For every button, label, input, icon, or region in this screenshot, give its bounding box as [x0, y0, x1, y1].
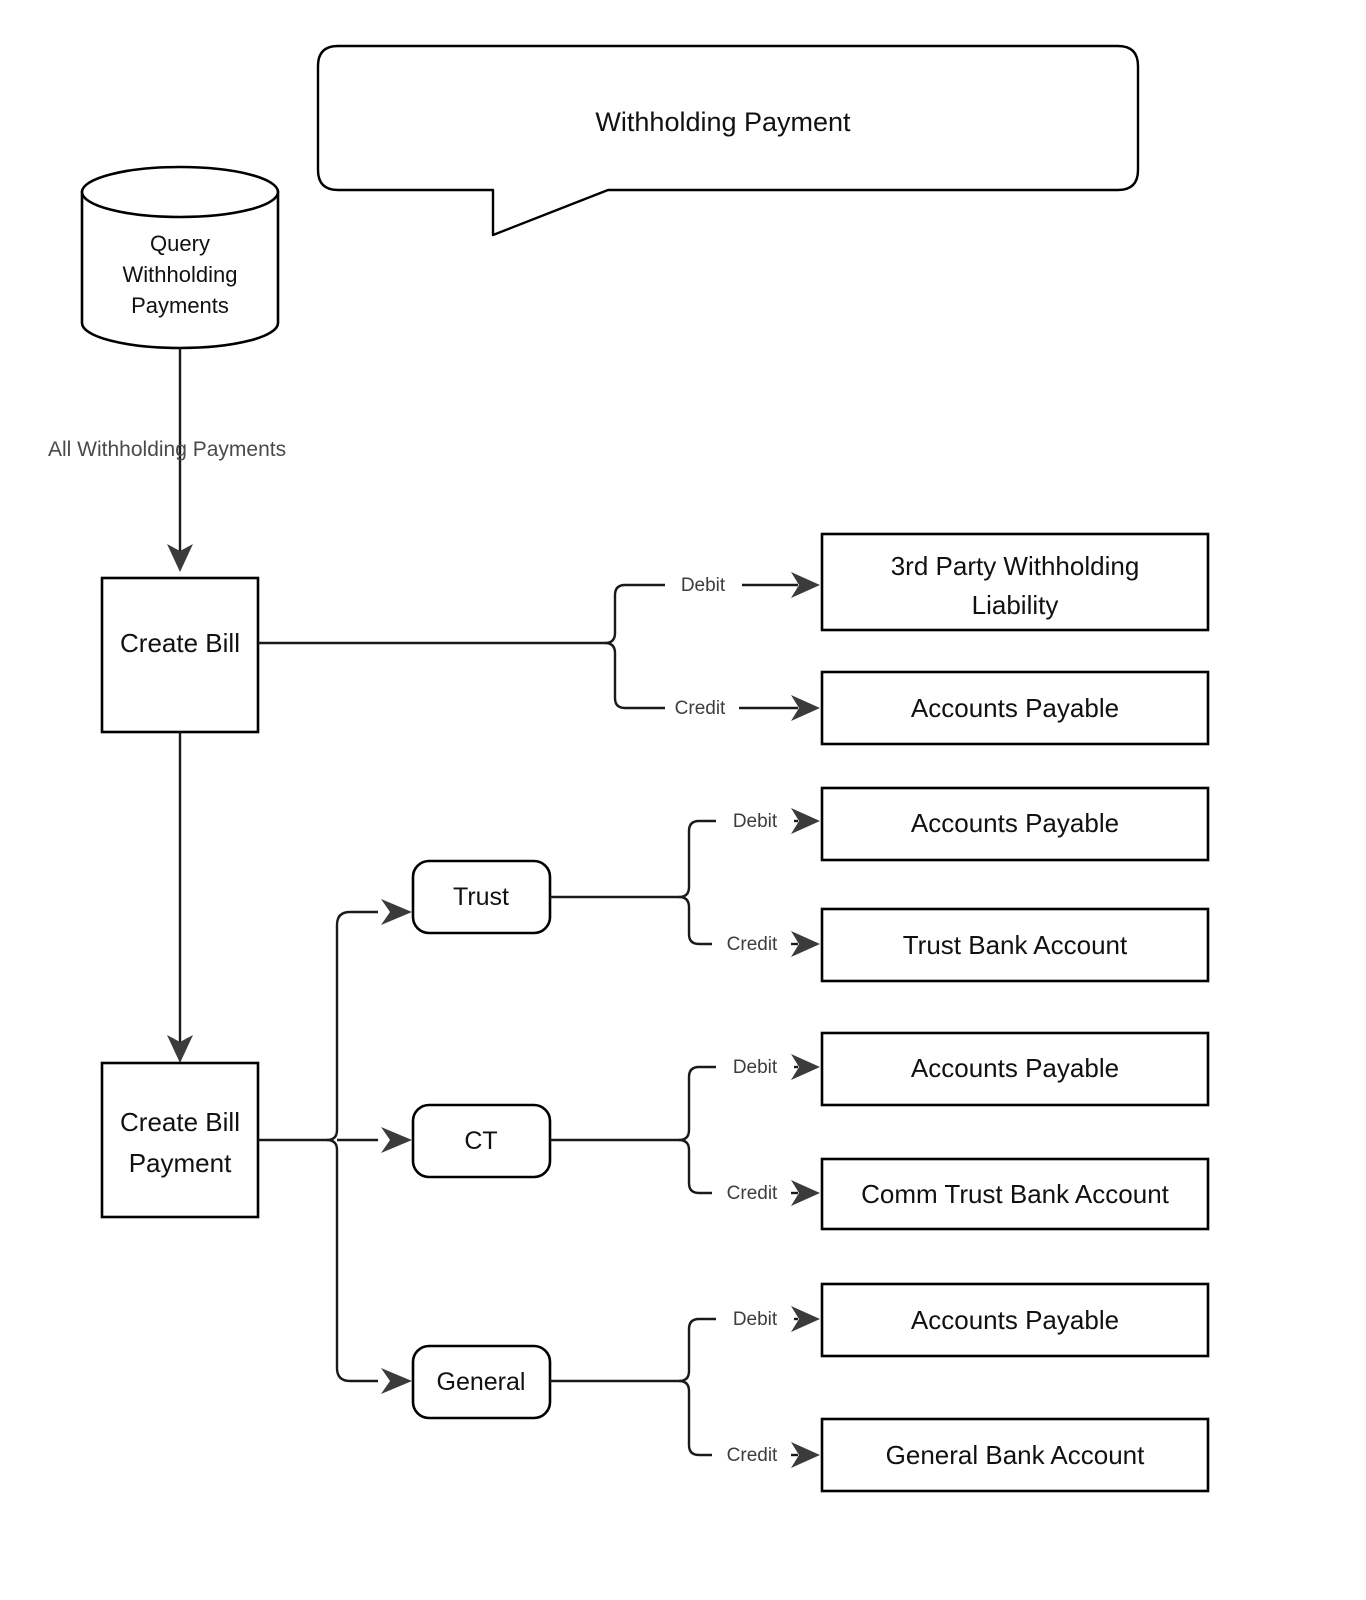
- account-box-label: Accounts Payable: [911, 693, 1119, 723]
- account-box-label: Comm Trust Bank Account: [861, 1179, 1170, 1209]
- datastore-label-line3: Payments: [131, 293, 229, 318]
- account-box-label-line1: 3rd Party Withholding: [891, 551, 1140, 581]
- edge-label-general-credit: Credit: [727, 1445, 778, 1466]
- edge-label-create-bill-credit: Credit: [675, 698, 726, 719]
- account-box-label: General Bank Account: [886, 1440, 1145, 1470]
- title-callout: Withholding Payment: [316, 44, 1140, 237]
- node-general: General: [411, 1344, 552, 1420]
- edge-label-ct-credit: Credit: [727, 1183, 778, 1204]
- edge-label-general-debit: Debit: [733, 1309, 778, 1330]
- account-box-trust-bank-account: Trust Bank Account: [820, 907, 1210, 983]
- account-box-3rd-party-withholding-liability: 3rd Party Withholding Liability: [820, 532, 1210, 632]
- node-create-bill: Create Bill: [100, 576, 260, 734]
- edge-general-branch: Debit Credit: [550, 1306, 820, 1468]
- node-create-bill-payment: Create Bill Payment: [100, 1061, 260, 1219]
- withholding-payment-flowchart: Withholding Payment Query Withholding Pa…: [48, 44, 1210, 1493]
- edge-ct-branch: Debit Credit: [550, 1054, 820, 1206]
- edge-datastore-to-create-bill: All Withholding Payments: [48, 348, 286, 572]
- edge-create-bill-branch: Debit Credit: [258, 572, 820, 721]
- datastore-cylinder: Query Withholding Payments: [80, 165, 280, 350]
- edge-create-bill-to-payment: [167, 732, 193, 1063]
- node-trust-label: Trust: [453, 883, 509, 911]
- account-box-comm-trust-bank-account: Comm Trust Bank Account: [820, 1157, 1210, 1231]
- title-callout-label: Withholding Payment: [595, 107, 851, 137]
- account-box-accounts-payable-general-debit: Accounts Payable: [820, 1282, 1210, 1358]
- datastore-label-line1: Query: [150, 231, 210, 256]
- node-ct: CT: [411, 1103, 552, 1179]
- edge-label-trust-credit: Credit: [727, 934, 778, 955]
- account-box-label-line2: Liability: [972, 590, 1059, 620]
- edge-trust-branch: Debit Credit: [550, 808, 820, 957]
- account-box-accounts-payable-bill-credit: Accounts Payable: [820, 670, 1210, 746]
- edge-label-create-bill-debit: Debit: [681, 575, 726, 596]
- account-box-accounts-payable-trust-debit: Accounts Payable: [820, 786, 1210, 862]
- edge-label-all-withholding-payments: All Withholding Payments: [48, 438, 286, 461]
- account-box-label: Accounts Payable: [911, 1305, 1119, 1335]
- account-box-label: Trust Bank Account: [903, 930, 1128, 960]
- node-general-label: General: [437, 1368, 526, 1396]
- edge-label-ct-debit: Debit: [733, 1057, 778, 1078]
- edge-payment-three-way-branch: [258, 899, 412, 1394]
- node-ct-label: CT: [464, 1127, 497, 1155]
- account-box-label: Accounts Payable: [911, 1053, 1119, 1083]
- node-create-bill-payment-label-line1: Create Bill: [120, 1107, 240, 1137]
- edge-label-trust-debit: Debit: [733, 811, 778, 832]
- datastore-label-line2: Withholding: [123, 262, 238, 287]
- flowchart-canvas: Withholding Payment Query Withholding Pa…: [0, 0, 1366, 1600]
- node-trust: Trust: [411, 859, 552, 935]
- account-box-general-bank-account: General Bank Account: [820, 1417, 1210, 1493]
- account-box-label: Accounts Payable: [911, 808, 1119, 838]
- account-box-accounts-payable-ct-debit: Accounts Payable: [820, 1031, 1210, 1107]
- node-create-bill-label: Create Bill: [120, 628, 240, 658]
- node-create-bill-payment-label-line2: Payment: [129, 1148, 232, 1178]
